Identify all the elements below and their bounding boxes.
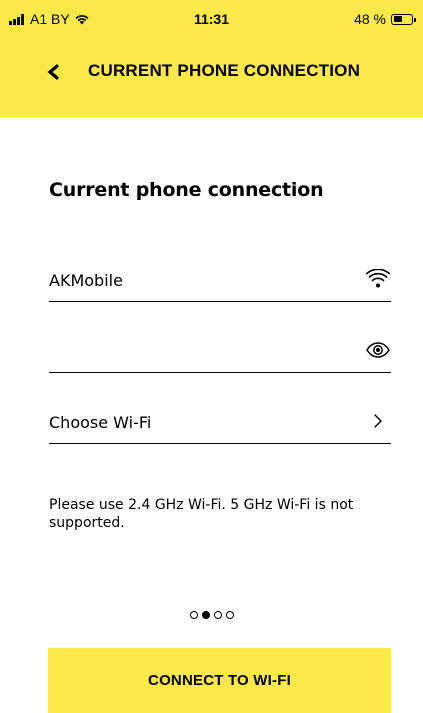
- choose-wifi-label: Choose Wi-Fi: [49, 413, 152, 432]
- back-button[interactable]: [38, 58, 68, 86]
- battery-icon: [391, 13, 416, 25]
- network-name-field[interactable]: AKMobile: [49, 266, 391, 302]
- status-right: 48 %: [354, 11, 416, 27]
- choose-wifi-row[interactable]: Choose Wi-Fi: [49, 408, 391, 444]
- status-bar: A1 BY 11:31 48 %: [0, 0, 423, 40]
- page-dot: [189, 611, 198, 619]
- wifi-icon: [365, 267, 391, 291]
- network-name-value: AKMobile: [49, 271, 123, 290]
- eye-icon[interactable]: [365, 338, 391, 362]
- back-chevron-icon: [46, 64, 60, 80]
- battery-percent: 48 %: [354, 11, 386, 27]
- page-dot: [213, 611, 222, 619]
- chevron-right-icon: [365, 409, 391, 433]
- screen: A1 BY 11:31 48 % CURRENT PHONE CONNECTIO…: [0, 0, 423, 713]
- battery-nub: [414, 17, 416, 22]
- nav-bar: CURRENT PHONE CONNECTION: [0, 52, 423, 92]
- password-input[interactable]: [49, 337, 349, 369]
- connect-to-wifi-button[interactable]: CONNECT TO WI-FI: [48, 648, 391, 713]
- page-dot: [225, 611, 234, 619]
- header: A1 BY 11:31 48 % CURRENT PHONE CONNECTIO…: [0, 0, 423, 117]
- frequency-notice: Please use 2.4 GHz Wi-Fi. 5 GHz Wi-Fi is…: [49, 497, 354, 531]
- battery-fill: [393, 16, 402, 22]
- page-indicator: [0, 611, 423, 619]
- section-heading: Current phone connection: [49, 179, 324, 201]
- password-field: [49, 337, 391, 373]
- page-title: CURRENT PHONE CONNECTION: [88, 61, 361, 80]
- page-dot: [201, 611, 210, 619]
